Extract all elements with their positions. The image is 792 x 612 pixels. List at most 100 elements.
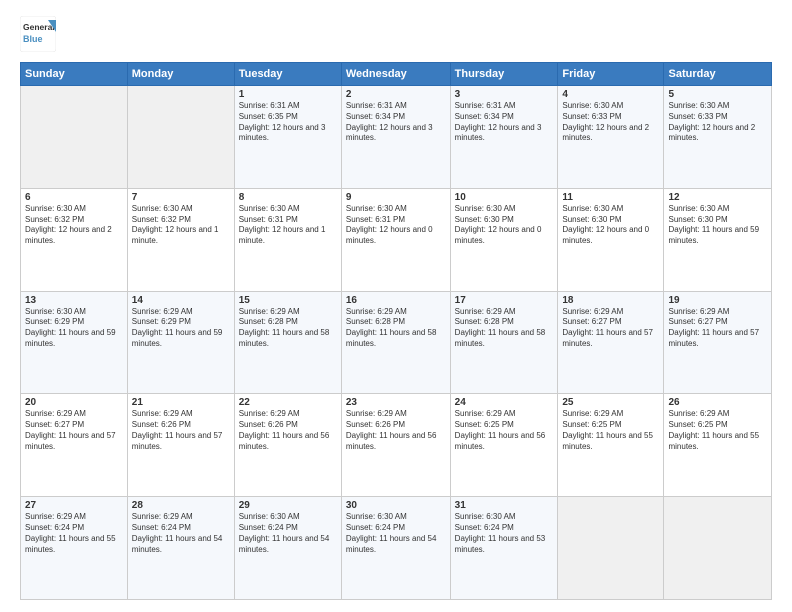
day-number: 13 — [25, 295, 123, 306]
day-info: Sunrise: 6:30 AM Sunset: 6:29 PM Dayligh… — [25, 307, 123, 350]
day-number: 7 — [132, 192, 230, 203]
calendar-cell: 18Sunrise: 6:29 AM Sunset: 6:27 PM Dayli… — [558, 291, 664, 394]
week-row-2: 6Sunrise: 6:30 AM Sunset: 6:32 PM Daylig… — [21, 188, 772, 291]
day-number: 27 — [25, 500, 123, 511]
calendar-cell: 26Sunrise: 6:29 AM Sunset: 6:25 PM Dayli… — [664, 394, 772, 497]
day-number: 10 — [455, 192, 554, 203]
svg-text:Blue: Blue — [23, 34, 43, 44]
calendar-cell: 20Sunrise: 6:29 AM Sunset: 6:27 PM Dayli… — [21, 394, 128, 497]
calendar-cell: 8Sunrise: 6:30 AM Sunset: 6:31 PM Daylig… — [234, 188, 341, 291]
day-number: 23 — [346, 397, 446, 408]
day-number: 6 — [25, 192, 123, 203]
calendar-cell: 2Sunrise: 6:31 AM Sunset: 6:34 PM Daylig… — [341, 86, 450, 189]
calendar-cell: 27Sunrise: 6:29 AM Sunset: 6:24 PM Dayli… — [21, 497, 128, 600]
week-row-5: 27Sunrise: 6:29 AM Sunset: 6:24 PM Dayli… — [21, 497, 772, 600]
day-number: 29 — [239, 500, 337, 511]
calendar-cell: 23Sunrise: 6:29 AM Sunset: 6:26 PM Dayli… — [341, 394, 450, 497]
calendar-cell: 25Sunrise: 6:29 AM Sunset: 6:25 PM Dayli… — [558, 394, 664, 497]
calendar-cell — [127, 86, 234, 189]
header: General Blue — [20, 16, 772, 52]
day-info: Sunrise: 6:31 AM Sunset: 6:35 PM Dayligh… — [239, 101, 337, 144]
calendar-cell: 1Sunrise: 6:31 AM Sunset: 6:35 PM Daylig… — [234, 86, 341, 189]
day-header-saturday: Saturday — [664, 63, 772, 86]
day-number: 1 — [239, 89, 337, 100]
day-info: Sunrise: 6:29 AM Sunset: 6:28 PM Dayligh… — [346, 307, 446, 350]
day-header-wednesday: Wednesday — [341, 63, 450, 86]
day-info: Sunrise: 6:30 AM Sunset: 6:32 PM Dayligh… — [25, 204, 123, 247]
day-info: Sunrise: 6:29 AM Sunset: 6:29 PM Dayligh… — [132, 307, 230, 350]
calendar-cell: 21Sunrise: 6:29 AM Sunset: 6:26 PM Dayli… — [127, 394, 234, 497]
day-info: Sunrise: 6:30 AM Sunset: 6:24 PM Dayligh… — [346, 512, 446, 555]
day-number: 14 — [132, 295, 230, 306]
day-number: 31 — [455, 500, 554, 511]
day-header-thursday: Thursday — [450, 63, 558, 86]
day-number: 24 — [455, 397, 554, 408]
calendar-cell: 19Sunrise: 6:29 AM Sunset: 6:27 PM Dayli… — [664, 291, 772, 394]
calendar-cell: 28Sunrise: 6:29 AM Sunset: 6:24 PM Dayli… — [127, 497, 234, 600]
calendar-cell: 15Sunrise: 6:29 AM Sunset: 6:28 PM Dayli… — [234, 291, 341, 394]
page: General Blue SundayMondayTuesdayWednesda… — [0, 0, 792, 612]
calendar-cell: 16Sunrise: 6:29 AM Sunset: 6:28 PM Dayli… — [341, 291, 450, 394]
day-number: 9 — [346, 192, 446, 203]
day-number: 25 — [562, 397, 659, 408]
calendar-cell: 9Sunrise: 6:30 AM Sunset: 6:31 PM Daylig… — [341, 188, 450, 291]
calendar-cell: 12Sunrise: 6:30 AM Sunset: 6:30 PM Dayli… — [664, 188, 772, 291]
calendar-cell: 30Sunrise: 6:30 AM Sunset: 6:24 PM Dayli… — [341, 497, 450, 600]
day-info: Sunrise: 6:31 AM Sunset: 6:34 PM Dayligh… — [346, 101, 446, 144]
calendar-cell — [558, 497, 664, 600]
day-number: 3 — [455, 89, 554, 100]
logo: General Blue — [20, 16, 56, 52]
calendar-cell: 14Sunrise: 6:29 AM Sunset: 6:29 PM Dayli… — [127, 291, 234, 394]
day-number: 28 — [132, 500, 230, 511]
day-number: 22 — [239, 397, 337, 408]
calendar-cell: 6Sunrise: 6:30 AM Sunset: 6:32 PM Daylig… — [21, 188, 128, 291]
calendar-cell: 10Sunrise: 6:30 AM Sunset: 6:30 PM Dayli… — [450, 188, 558, 291]
calendar-cell: 24Sunrise: 6:29 AM Sunset: 6:25 PM Dayli… — [450, 394, 558, 497]
calendar-cell: 29Sunrise: 6:30 AM Sunset: 6:24 PM Dayli… — [234, 497, 341, 600]
day-number: 17 — [455, 295, 554, 306]
day-header-sunday: Sunday — [21, 63, 128, 86]
calendar-cell: 3Sunrise: 6:31 AM Sunset: 6:34 PM Daylig… — [450, 86, 558, 189]
calendar-cell: 22Sunrise: 6:29 AM Sunset: 6:26 PM Dayli… — [234, 394, 341, 497]
day-info: Sunrise: 6:29 AM Sunset: 6:26 PM Dayligh… — [132, 409, 230, 452]
day-number: 12 — [668, 192, 767, 203]
day-number: 4 — [562, 89, 659, 100]
day-info: Sunrise: 6:30 AM Sunset: 6:24 PM Dayligh… — [455, 512, 554, 555]
day-info: Sunrise: 6:30 AM Sunset: 6:32 PM Dayligh… — [132, 204, 230, 247]
calendar-cell: 11Sunrise: 6:30 AM Sunset: 6:30 PM Dayli… — [558, 188, 664, 291]
day-info: Sunrise: 6:30 AM Sunset: 6:31 PM Dayligh… — [239, 204, 337, 247]
calendar-cell — [664, 497, 772, 600]
day-header-tuesday: Tuesday — [234, 63, 341, 86]
day-info: Sunrise: 6:30 AM Sunset: 6:30 PM Dayligh… — [562, 204, 659, 247]
day-info: Sunrise: 6:30 AM Sunset: 6:30 PM Dayligh… — [668, 204, 767, 247]
day-header-monday: Monday — [127, 63, 234, 86]
day-number: 5 — [668, 89, 767, 100]
calendar-cell — [21, 86, 128, 189]
day-info: Sunrise: 6:30 AM Sunset: 6:31 PM Dayligh… — [346, 204, 446, 247]
day-info: Sunrise: 6:30 AM Sunset: 6:30 PM Dayligh… — [455, 204, 554, 247]
day-info: Sunrise: 6:29 AM Sunset: 6:25 PM Dayligh… — [562, 409, 659, 452]
day-info: Sunrise: 6:29 AM Sunset: 6:25 PM Dayligh… — [455, 409, 554, 452]
day-number: 21 — [132, 397, 230, 408]
day-info: Sunrise: 6:31 AM Sunset: 6:34 PM Dayligh… — [455, 101, 554, 144]
day-info: Sunrise: 6:29 AM Sunset: 6:24 PM Dayligh… — [132, 512, 230, 555]
day-number: 19 — [668, 295, 767, 306]
calendar-cell: 31Sunrise: 6:30 AM Sunset: 6:24 PM Dayli… — [450, 497, 558, 600]
day-info: Sunrise: 6:29 AM Sunset: 6:27 PM Dayligh… — [25, 409, 123, 452]
day-info: Sunrise: 6:30 AM Sunset: 6:33 PM Dayligh… — [668, 101, 767, 144]
day-info: Sunrise: 6:29 AM Sunset: 6:27 PM Dayligh… — [562, 307, 659, 350]
day-info: Sunrise: 6:29 AM Sunset: 6:28 PM Dayligh… — [455, 307, 554, 350]
day-number: 26 — [668, 397, 767, 408]
day-info: Sunrise: 6:29 AM Sunset: 6:28 PM Dayligh… — [239, 307, 337, 350]
day-info: Sunrise: 6:30 AM Sunset: 6:24 PM Dayligh… — [239, 512, 337, 555]
day-number: 15 — [239, 295, 337, 306]
calendar-cell: 4Sunrise: 6:30 AM Sunset: 6:33 PM Daylig… — [558, 86, 664, 189]
day-info: Sunrise: 6:30 AM Sunset: 6:33 PM Dayligh… — [562, 101, 659, 144]
calendar-cell: 7Sunrise: 6:30 AM Sunset: 6:32 PM Daylig… — [127, 188, 234, 291]
day-info: Sunrise: 6:29 AM Sunset: 6:24 PM Dayligh… — [25, 512, 123, 555]
calendar-cell: 17Sunrise: 6:29 AM Sunset: 6:28 PM Dayli… — [450, 291, 558, 394]
day-number: 20 — [25, 397, 123, 408]
svg-text:General: General — [23, 22, 55, 32]
logo-svg: General Blue — [20, 16, 56, 52]
day-number: 2 — [346, 89, 446, 100]
